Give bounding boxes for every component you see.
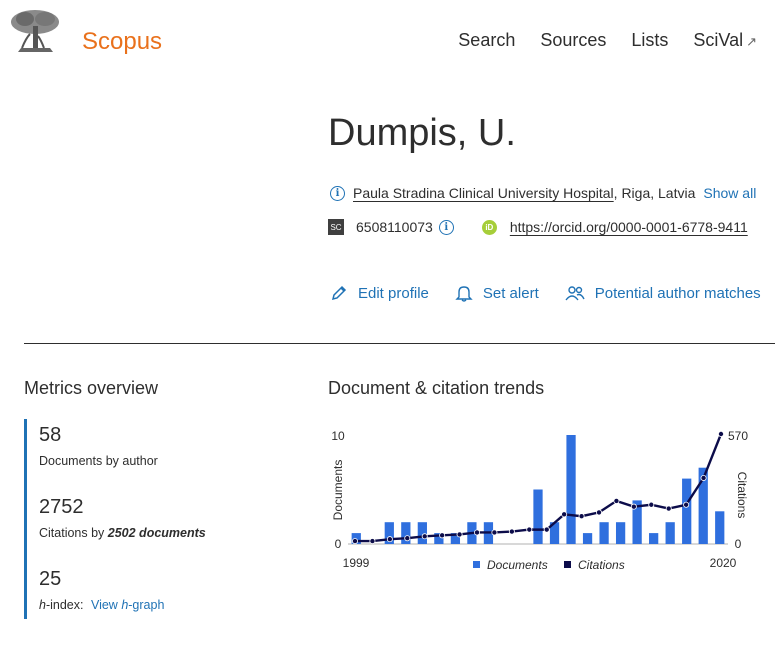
citations-point — [578, 513, 585, 520]
edit-profile-button[interactable]: Edit profile — [330, 284, 429, 302]
documents-bar — [665, 522, 675, 544]
citations-count: 2752 — [39, 496, 84, 518]
x-axis-start-label: 1999 — [343, 556, 370, 570]
right-axis-label: Citations — [735, 472, 749, 519]
citations-docs-count: 2502 documents — [107, 526, 206, 540]
author-actions: Edit profile Set alert Potential author … — [330, 284, 761, 302]
documents-bar — [599, 522, 609, 544]
citations-point — [717, 430, 724, 437]
documents-label: Documents by author — [39, 454, 158, 468]
citations-point — [421, 533, 428, 540]
left-axis-max-label: 10 — [331, 429, 345, 443]
documents-bar — [715, 511, 725, 544]
citations-point — [613, 497, 620, 504]
nav-sources[interactable]: Sources — [540, 30, 606, 51]
edit-profile-label: Edit profile — [358, 284, 429, 302]
orcid-icon: iD — [481, 219, 497, 235]
documents-bar — [417, 522, 427, 544]
legend-citations-swatch — [564, 561, 571, 568]
scopus-logo-text[interactable]: Scopus — [82, 28, 162, 56]
citations-metric: 2752 Citations by 2502 documents — [39, 496, 206, 540]
citations-point — [386, 536, 393, 543]
document-citation-trends-title: Document & citation trends — [328, 378, 545, 398]
citations-point — [683, 501, 690, 508]
citations-point — [456, 531, 463, 538]
citations-point — [473, 529, 480, 536]
citations-point — [508, 528, 515, 535]
left-axis-label: Documents — [331, 460, 345, 521]
citations-point — [439, 532, 446, 539]
documents-bar — [582, 533, 593, 544]
people-icon — [565, 286, 585, 301]
citations-label: Citations by 2502 documents — [39, 526, 206, 540]
info-icon[interactable]: i — [438, 219, 454, 235]
set-alert-label: Set alert — [482, 284, 539, 302]
scopus-author-id: 6508110073 — [356, 219, 433, 235]
documents-bar — [615, 522, 626, 544]
orcid-link[interactable]: https://orcid.org/0000-0001-6778-9411 — [510, 219, 748, 235]
metrics-panel: 58 Documents by author 2752 Citations by… — [24, 419, 224, 619]
affiliation-location: , Riga, Latvia — [613, 185, 696, 201]
h-index-label: h-index: View h-graph — [39, 598, 164, 612]
document-citation-chart[interactable]: 10 0 Documents 570 0 Citations 1999 2020 Documen… — [328, 420, 758, 580]
nav-scival[interactable]: SciVal ↗ — [693, 30, 757, 51]
documents-bar — [533, 489, 543, 544]
scopus-id-badge: SC — [328, 219, 344, 235]
legend-documents-swatch — [473, 561, 480, 568]
x-axis-end-label: 2020 — [710, 556, 737, 570]
citations-point — [595, 509, 602, 516]
citations-point — [630, 503, 637, 510]
metrics-overview-title: Metrics overview — [24, 378, 159, 398]
external-link-icon: ↗ — [746, 34, 757, 49]
nav-lists[interactable]: Lists — [631, 30, 668, 51]
citations-point — [351, 538, 358, 545]
identifier-row: SC 6508110073 i iD https://orcid.org/000… — [328, 219, 748, 235]
citations-point — [665, 505, 672, 512]
documents-bar — [682, 478, 692, 544]
legend-citations-label: Citations — [578, 558, 625, 572]
affiliation-link[interactable]: Paula Stradina Clinical University Hospi… — [353, 185, 614, 201]
citations-point — [648, 501, 655, 508]
h-index-label-rest: -index: — [45, 598, 84, 612]
pencil-icon — [331, 285, 347, 301]
citations-point — [543, 526, 550, 533]
citations-label-prefix: Citations by — [39, 526, 108, 540]
documents-bar — [566, 435, 576, 544]
citations-point — [561, 511, 568, 518]
set-alert-button[interactable]: Set alert — [455, 284, 539, 302]
right-axis-max-label: 570 — [728, 429, 748, 443]
section-divider — [24, 343, 775, 344]
affiliation-row: i Paula Stradina Clinical University Hos… — [330, 185, 756, 201]
view-h-graph-suffix: -graph — [128, 598, 165, 612]
elsevier-tree-logo — [11, 10, 59, 52]
h-index-label-h: h — [39, 598, 46, 612]
show-all-link[interactable]: Show all — [703, 185, 756, 201]
nav-scival-label: SciVal — [693, 30, 744, 50]
potential-author-matches-button[interactable]: Potential author matches — [565, 284, 761, 302]
left-axis-min-label: 0 — [335, 537, 342, 551]
nav-search[interactable]: Search — [458, 30, 515, 51]
h-index-metric: 25 h-index: View h-graph — [39, 568, 164, 612]
h-index-value: 25 — [39, 568, 62, 590]
citations-point — [700, 474, 707, 481]
author-name: Dumpis, U. — [328, 112, 516, 154]
bell-icon — [455, 286, 473, 302]
documents-metric: 58 Documents by author — [39, 424, 158, 468]
potential-matches-label: Potential author matches — [594, 284, 761, 302]
info-icon[interactable]: i — [330, 185, 345, 201]
documents-count: 58 — [39, 424, 62, 446]
view-h-graph-link[interactable]: View h-graph — [91, 598, 164, 612]
top-nav: Search Sources Lists SciVal ↗ — [458, 30, 757, 51]
citations-point — [404, 535, 411, 542]
view-h-graph-prefix: View — [90, 598, 122, 612]
citations-point — [491, 529, 498, 536]
citations-point — [526, 526, 533, 533]
legend-documents-label: Documents — [487, 558, 548, 572]
documents-bar — [649, 533, 659, 544]
citations-point — [369, 538, 376, 545]
right-axis-min-label: 0 — [735, 537, 742, 551]
